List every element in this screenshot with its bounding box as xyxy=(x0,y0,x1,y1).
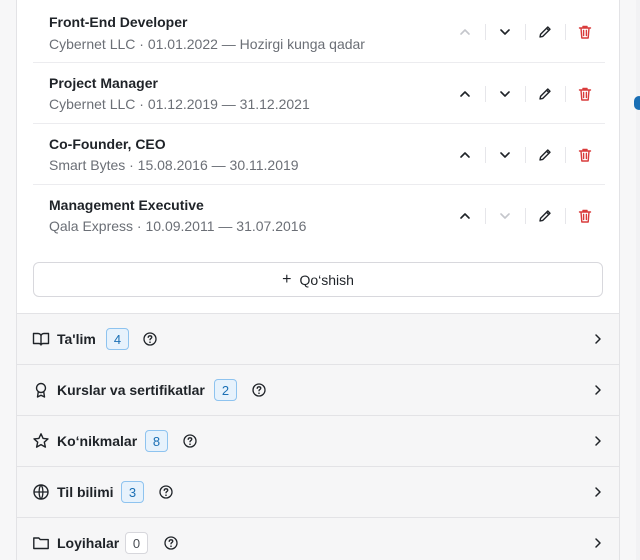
chevron-right-icon xyxy=(595,436,601,446)
chevron-up-icon xyxy=(460,90,470,97)
experience-item: Co-Founder, CEO Smart Bytes · 15.08.2016… xyxy=(33,124,605,185)
chevron-up-icon xyxy=(460,28,470,35)
add-button-label: Qo‘shish xyxy=(299,271,354,288)
delete-button[interactable] xyxy=(565,204,605,228)
help-icon[interactable] xyxy=(159,485,173,499)
delete-button[interactable] xyxy=(565,20,605,44)
section-title: Ko‘nikmalar xyxy=(57,433,138,449)
experience-subtitle: Smart Bytes · 15.08.2016 — 30.11.2019 xyxy=(49,157,299,173)
count-badge: 3 xyxy=(121,481,144,503)
section-languages[interactable]: Til bilimi 3 xyxy=(17,466,619,517)
move-up-button[interactable] xyxy=(445,204,485,228)
experience-subtitle: Cybernet LLC · 01.12.2019 — 31.12.2021 xyxy=(49,96,310,112)
trash-icon xyxy=(578,87,592,101)
experience-item: Project Manager Cybernet LLC · 01.12.201… xyxy=(33,63,605,124)
edit-button[interactable] xyxy=(525,143,565,167)
edit-button[interactable] xyxy=(525,20,565,44)
chevron-up-icon xyxy=(460,212,470,219)
pencil-icon xyxy=(539,209,551,222)
experience-panel: Front-End Developer Cybernet LLC · 01.01… xyxy=(16,0,620,560)
pencil-icon xyxy=(539,148,551,161)
experience-actions xyxy=(425,124,605,185)
star-icon xyxy=(33,433,49,448)
move-down-button[interactable] xyxy=(485,143,525,167)
trash-icon xyxy=(578,148,592,162)
edit-button[interactable] xyxy=(525,82,565,106)
count-badge: 8 xyxy=(145,430,168,452)
trash-icon xyxy=(578,25,592,39)
chevron-right-icon xyxy=(595,385,601,395)
chevron-up-icon xyxy=(460,151,470,158)
section-title: Loyihalar xyxy=(57,535,120,551)
section-title: Kurslar va sertifikatlar xyxy=(57,382,205,398)
pencil-icon xyxy=(539,87,551,100)
experience-item: Management Executive Qala Express · 10.0… xyxy=(33,185,605,246)
experience-title: Project Manager xyxy=(49,75,158,91)
globe-icon xyxy=(33,484,49,500)
award-icon xyxy=(35,382,47,398)
help-icon[interactable] xyxy=(164,536,178,550)
pencil-icon xyxy=(539,25,551,38)
scroll-indicator[interactable] xyxy=(634,96,640,110)
delete-button[interactable] xyxy=(565,82,605,106)
section-education[interactable]: Ta'lim 4 xyxy=(17,313,619,364)
book-icon xyxy=(32,332,50,346)
scrollbar-track[interactable] xyxy=(636,0,640,560)
experience-item: Front-End Developer Cybernet LLC · 01.01… xyxy=(33,0,605,63)
experience-title: Management Executive xyxy=(49,197,204,213)
move-down-button[interactable] xyxy=(485,20,525,44)
section-projects[interactable]: Loyihalar 0 xyxy=(17,517,619,560)
help-icon[interactable] xyxy=(252,383,266,397)
count-badge: 0 xyxy=(125,532,148,554)
section-title: Ta'lim xyxy=(57,331,96,347)
edit-button[interactable] xyxy=(525,204,565,228)
move-up-button[interactable] xyxy=(445,82,485,106)
section-courses[interactable]: Kurslar va sertifikatlar 2 xyxy=(17,364,619,415)
experience-title: Co-Founder, CEO xyxy=(49,136,166,152)
move-up-button[interactable] xyxy=(445,20,485,44)
experience-title: Front-End Developer xyxy=(49,14,188,30)
section-title: Til bilimi xyxy=(57,484,114,500)
move-down-button[interactable] xyxy=(485,82,525,106)
delete-button[interactable] xyxy=(565,143,605,167)
move-up-button[interactable] xyxy=(445,143,485,167)
chevron-right-icon xyxy=(595,487,601,497)
experience-subtitle: Qala Express · 10.09.2011 — 31.07.2016 xyxy=(49,218,307,234)
help-icon[interactable] xyxy=(183,434,197,448)
experience-actions xyxy=(425,0,605,63)
chevron-down-icon xyxy=(500,212,510,219)
chevron-down-icon xyxy=(500,90,510,97)
count-badge: 2 xyxy=(214,379,237,401)
chevron-down-icon xyxy=(500,28,510,35)
add-experience-button[interactable]: + Qo‘shish xyxy=(33,262,603,297)
help-icon[interactable] xyxy=(143,332,157,346)
move-down-button[interactable] xyxy=(485,204,525,228)
experience-subtitle: Cybernet LLC · 01.01.2022 — Hozirgi kung… xyxy=(49,36,365,52)
chevron-right-icon xyxy=(595,334,601,344)
trash-icon xyxy=(578,209,592,223)
count-badge: 4 xyxy=(106,328,129,350)
plus-icon: + xyxy=(282,270,292,288)
chevron-right-icon xyxy=(595,538,601,548)
chevron-down-icon xyxy=(500,151,510,158)
experience-list: Front-End Developer Cybernet LLC · 01.01… xyxy=(33,0,605,246)
experience-actions xyxy=(425,185,605,246)
section-skills[interactable]: Ko‘nikmalar 8 xyxy=(17,415,619,466)
experience-actions xyxy=(425,63,605,124)
folder-icon xyxy=(33,537,49,550)
